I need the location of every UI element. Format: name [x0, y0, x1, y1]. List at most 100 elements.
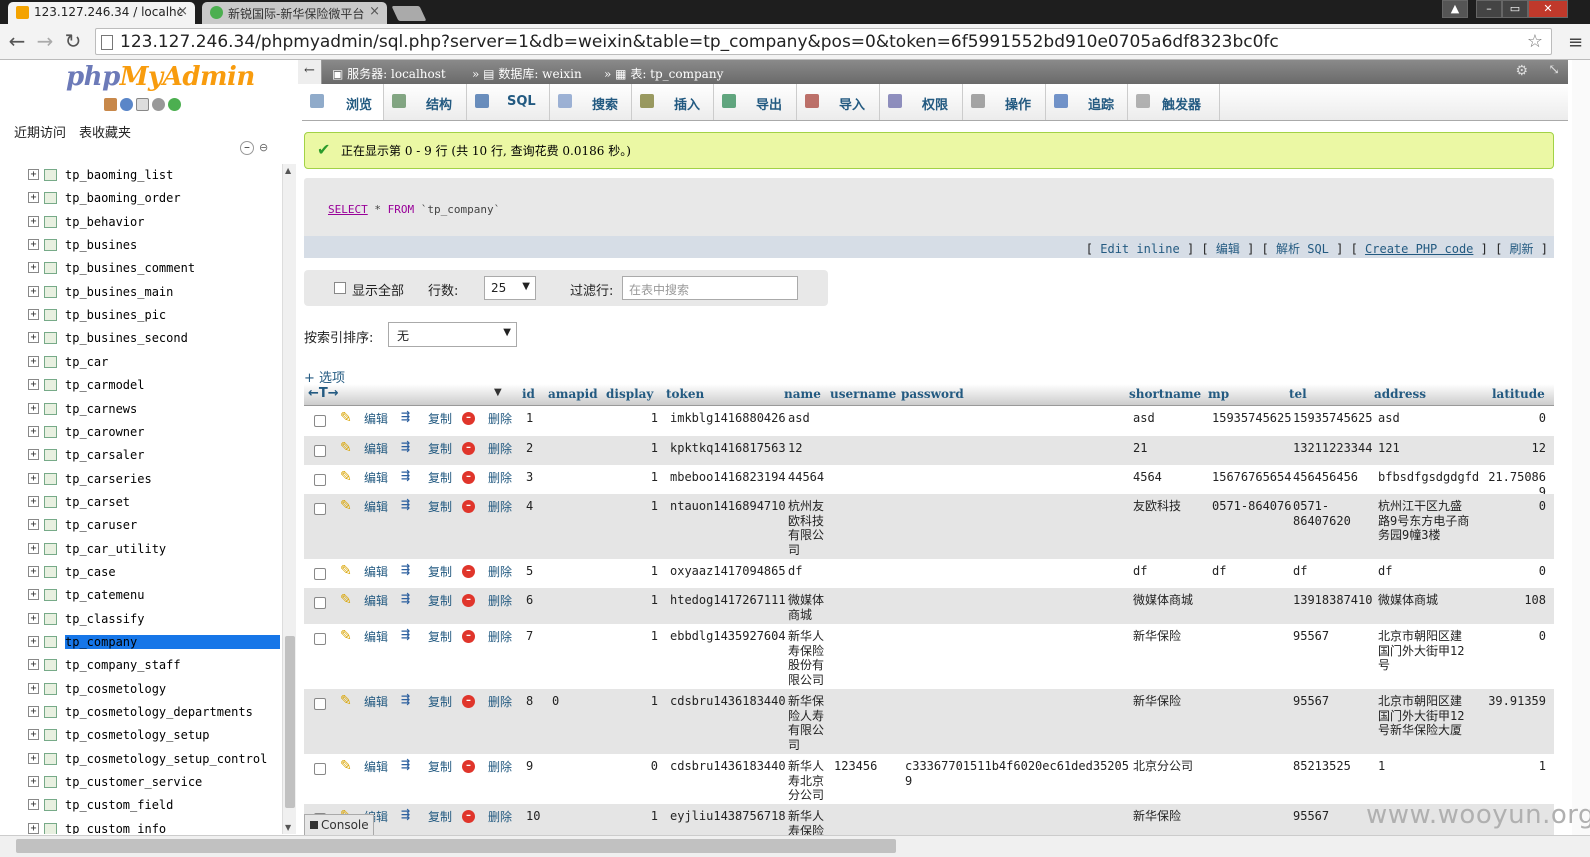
edit-row-link[interactable]: 编辑 [364, 498, 388, 515]
edit-pencil-icon[interactable]: ✎ [340, 758, 352, 774]
back-button[interactable]: ← [6, 29, 28, 53]
copy-row-link[interactable]: 复制 [428, 469, 452, 486]
table-icon[interactable] [44, 519, 57, 532]
console-button[interactable]: Console [304, 814, 374, 835]
delete-icon[interactable]: – [462, 412, 475, 425]
cell-display[interactable]: 1 [610, 694, 658, 709]
expand-icon[interactable]: + [28, 752, 39, 764]
refresh-link[interactable]: 刷新 [1510, 242, 1534, 256]
copy-row-link[interactable]: 复制 [428, 440, 452, 457]
edit-pencil-icon[interactable]: ✎ [340, 469, 352, 485]
sidebar-table-label[interactable]: tp_busines_main [65, 285, 173, 299]
table-icon[interactable] [44, 612, 57, 625]
table-icon[interactable] [44, 822, 57, 834]
cell-name[interactable]: 新华人 寿保险 [788, 809, 832, 835]
cell-id[interactable]: 6 [526, 593, 548, 608]
delete-icon[interactable]: – [462, 695, 475, 708]
tab-import[interactable]: 导入 [797, 84, 880, 120]
edit-row-link[interactable]: 编辑 [364, 410, 388, 427]
cell-shortname[interactable]: 新华保险 [1133, 694, 1209, 709]
edit-row-link[interactable]: 编辑 [364, 628, 388, 645]
sidebar-table-item[interactable]: + tp_cosmetology [24, 678, 280, 700]
expand-icon[interactable]: + [28, 472, 39, 484]
delete-row-link[interactable]: 删除 [488, 628, 512, 645]
breadcrumb-server[interactable]: ▣ 服务器: localhost [332, 65, 446, 82]
sidebar-table-label[interactable]: tp_cosmetology_setup [65, 728, 210, 742]
column-header-id[interactable]: id [522, 387, 535, 401]
cell-display[interactable]: 1 [610, 470, 658, 485]
sidebar-table-item[interactable]: + tp_behavior [24, 211, 280, 233]
sidebar-table-label[interactable]: tp_carsaler [65, 448, 144, 462]
sidebar-table-label[interactable]: tp_case [65, 565, 116, 579]
sidebar-table-label[interactable]: tp_car_utility [65, 542, 166, 556]
sidebar-table-item[interactable]: + tp_company_staff [24, 654, 280, 676]
row-checkbox[interactable] [314, 633, 326, 645]
cell-name[interactable]: 新华保 险人寿 有限公 司 [788, 694, 832, 752]
expand-icon[interactable]: + [28, 355, 39, 367]
sidebar-table-item[interactable]: + tp_car_utility [24, 538, 280, 560]
table-icon[interactable] [44, 425, 57, 438]
cell-address[interactable]: 北京市朝阳区建 国门外大街甲12 号 [1378, 629, 1482, 673]
cell-display[interactable]: 1 [610, 629, 658, 644]
cell-shortname[interactable]: 新华保险 [1133, 629, 1209, 644]
expand-icon[interactable]: + [28, 332, 39, 344]
filter-rows-input[interactable]: 在表中搜索 [622, 276, 798, 300]
cell-display[interactable]: 1 [610, 411, 658, 426]
cell-latitude[interactable]: 0 [1486, 629, 1546, 644]
cell-token[interactable]: htedog1417267111 [670, 593, 786, 608]
url-input[interactable]: 123.127.246.34/phpmyadmin/sql.php?server… [95, 28, 1552, 55]
copy-icon[interactable]: ⇶ [401, 693, 410, 706]
sidebar-table-label[interactable]: tp_custom_info [65, 822, 166, 834]
table-icon[interactable] [44, 192, 57, 205]
settings-gear-icon[interactable]: ⚙ [1515, 63, 1528, 79]
copy-row-link[interactable]: 复制 [428, 808, 452, 825]
tab-privileges[interactable]: 权限 [880, 84, 963, 120]
docs-icon[interactable] [136, 98, 149, 111]
copy-row-link[interactable]: 复制 [428, 563, 452, 580]
sidebar-table-label[interactable]: tp_carset [65, 495, 130, 509]
row-checkbox[interactable] [314, 763, 326, 775]
expand-icon[interactable]: + [28, 729, 39, 741]
sidebar-table-label[interactable]: tp_carseries [65, 472, 152, 486]
tab-search[interactable]: 搜索 [550, 84, 632, 120]
table-icon[interactable] [44, 752, 57, 765]
sidebar-table-label[interactable]: tp_cosmetology_setup_control [65, 752, 267, 766]
cell-token[interactable]: ntauon1416894710 [670, 499, 786, 514]
edit-row-link[interactable]: 编辑 [364, 440, 388, 457]
cell-name[interactable]: 新华人 寿北京 分公司 [788, 759, 832, 803]
delete-row-link[interactable]: 删除 [488, 469, 512, 486]
cell-address[interactable]: 北京市朝阳区建 国门外大街甲12 号新华保险大厦 [1378, 694, 1482, 738]
cell-display[interactable]: 1 [610, 499, 658, 514]
row-checkbox[interactable] [314, 445, 326, 457]
copy-icon[interactable]: ⇶ [401, 440, 410, 453]
sidebar-table-item[interactable]: + tp_carmodel [24, 374, 280, 396]
cell-shortname[interactable]: 微媒体商城 [1133, 593, 1209, 608]
tab-sql[interactable]: SQL [467, 84, 550, 120]
browser-tab-phpmyadmin[interactable]: 123.127.246.34 / localhc × [8, 2, 195, 24]
sort-dropdown-icon[interactable]: ▼ [494, 387, 502, 398]
table-icon[interactable] [44, 239, 57, 252]
delete-row-link[interactable]: 删除 [488, 410, 512, 427]
cell-id[interactable]: 4 [526, 499, 548, 514]
cell-tel[interactable]: 85213525 [1293, 759, 1375, 774]
copy-row-link[interactable]: 复制 [428, 498, 452, 515]
cell-username[interactable]: 123456 [834, 759, 902, 774]
cell-amapid[interactable]: 0 [552, 694, 604, 709]
sidebar-table-item[interactable]: + tp_busines_pic [24, 304, 280, 326]
sidebar-table-label[interactable]: tp_baoming_order [65, 191, 181, 205]
sidebar-table-label[interactable]: tp_busines_pic [65, 308, 166, 322]
close-window-button[interactable]: ✕ [1528, 0, 1568, 18]
cell-name[interactable]: 12 [788, 441, 832, 456]
sidebar-table-label[interactable]: tp_cosmetology [65, 682, 166, 696]
sidebar-table-label[interactable]: tp_carowner [65, 425, 144, 439]
column-header-latitude[interactable]: latitude [1492, 387, 1545, 401]
sidebar-table-item[interactable]: + tp_baoming_list [24, 164, 280, 186]
delete-icon[interactable]: – [462, 471, 475, 484]
reload-nav-icon[interactable] [168, 98, 181, 111]
phpmyadmin-logo[interactable]: phpMyAdmin [66, 62, 255, 92]
cell-address[interactable]: 杭州江干区九盛 路9号东方电子商 务园9幢3楼 [1378, 499, 1482, 543]
copy-icon[interactable]: ⇶ [401, 758, 410, 771]
sidebar-table-item[interactable]: + tp_car [24, 351, 280, 373]
cell-id[interactable]: 3 [526, 470, 548, 485]
help-icon[interactable] [120, 98, 133, 111]
